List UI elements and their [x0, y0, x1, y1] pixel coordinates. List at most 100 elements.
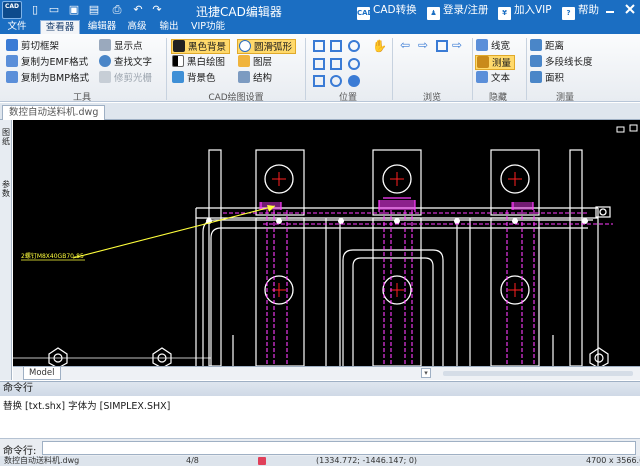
bolt-circles	[264, 164, 607, 305]
leader-text: 2螺钉M8X40GB70-85	[21, 252, 84, 260]
new-file-icon[interactable]: ▯	[28, 3, 42, 17]
group-label-hide: 隐藏	[488, 93, 507, 103]
bg-color-icon	[172, 71, 184, 83]
zoom-window-icon[interactable]	[313, 40, 325, 52]
vip-button[interactable]: ¥ 加入VIP	[498, 2, 552, 20]
trim-raster-button: 修剪光栅	[99, 71, 152, 86]
side-tab-drawings[interactable]: 图纸	[1, 128, 11, 146]
status-drawing-size: 4700 x 3566.6	[586, 456, 640, 465]
group-label-cad-settings: CAD绘图设置	[208, 93, 264, 103]
command-panel-header: 命令行	[0, 381, 640, 396]
ribbon-separator	[472, 38, 473, 100]
orbit-icon[interactable]	[330, 75, 342, 87]
rotate-icon[interactable]	[313, 75, 325, 87]
help-button[interactable]: ? 帮助	[562, 2, 599, 20]
tab-advanced[interactable]: 高级	[122, 20, 152, 34]
trim-raster-icon	[99, 71, 111, 83]
layers-button[interactable]: 图层	[238, 55, 272, 70]
arrow-left-icon[interactable]: ⇦	[400, 39, 412, 51]
copy-bmp-icon	[6, 71, 18, 83]
command-input[interactable]	[42, 441, 636, 455]
command-input-row: 命令行:	[0, 438, 640, 457]
status-snap-icon[interactable]	[258, 457, 266, 465]
zoom-out-icon[interactable]	[348, 58, 360, 70]
side-tab-parameters[interactable]: 参数	[1, 180, 11, 198]
zoom-extents-icon[interactable]	[330, 40, 342, 52]
cad-convert-label: CAD转换	[373, 4, 417, 16]
pan-hand-icon[interactable]: ✋	[372, 39, 387, 53]
clip-frame-label: 剪切框架	[21, 41, 60, 52]
print-icon[interactable]: ⎙	[110, 3, 124, 17]
status-coordinates: (1334.772; -1446.147; 0)	[316, 456, 418, 465]
tab-viewer[interactable]: 查看器	[40, 20, 80, 34]
layers-label: 图层	[253, 57, 273, 68]
bg-color-label: 背景色	[187, 73, 216, 84]
smooth-arc-button[interactable]: 圆滑弧形	[237, 39, 297, 54]
points-icon	[99, 39, 111, 51]
help-label: 帮助	[578, 4, 599, 16]
copy-bmp-label: 复制为BMP格式	[21, 73, 89, 84]
undo-icon[interactable]: ↶	[131, 3, 145, 17]
structure-button[interactable]: 结构	[238, 71, 272, 86]
page-icon[interactable]	[436, 40, 448, 52]
polyline-length-button[interactable]: 多段线长度	[530, 55, 593, 70]
find-text-button[interactable]: 查找文字	[99, 55, 152, 70]
scroll-down-icon[interactable]: ▾	[421, 368, 431, 378]
bw-drawing-button[interactable]: 黑白绘图	[172, 55, 225, 70]
zoom-previous-icon[interactable]	[313, 58, 325, 70]
login-button[interactable]: ♟ 登录/注册	[427, 2, 489, 20]
clip-frame-button[interactable]: 剪切框架	[6, 39, 59, 54]
ruler-icon	[477, 56, 489, 68]
tab-vip[interactable]: VIP功能	[188, 20, 228, 34]
line-width-icon	[476, 39, 488, 51]
ribbon-separator	[526, 38, 527, 100]
status-page: 4/8	[186, 456, 199, 465]
tab-output[interactable]: 输出	[154, 20, 184, 34]
zoom-in-icon[interactable]	[348, 40, 360, 52]
black-background-button[interactable]: 黑色背景	[171, 39, 231, 54]
cad-convert-button[interactable]: CADCAD转换	[357, 2, 417, 20]
save-as-icon[interactable]: ▤	[87, 3, 101, 17]
document-tab[interactable]: 数控自动送料机.dwg	[2, 105, 106, 120]
copy-emf-icon	[6, 55, 18, 67]
cad-drawing: 2螺钉M8X40GB70-85	[13, 124, 638, 366]
next-page-icon[interactable]: ⇨	[452, 39, 464, 51]
ribbon-separator	[305, 38, 306, 100]
left-side-panel: 图纸 参数	[0, 120, 12, 380]
open-folder-icon[interactable]: ▭	[47, 3, 61, 17]
line-width-button[interactable]: 线宽	[476, 39, 510, 54]
minimize-icon[interactable]	[604, 3, 616, 15]
app-title: 迅捷CAD编辑器	[196, 5, 282, 19]
copy-emf-label: 复制为EMF格式	[21, 57, 89, 68]
status-bar: 数控自动送料机.dwg 4/8 (1334.772; -1446.147; 0)…	[0, 456, 640, 466]
background-color-button[interactable]: 背景色	[172, 71, 216, 86]
model-tab[interactable]: Model	[23, 367, 61, 380]
copy-emf-button[interactable]: 复制为EMF格式	[6, 55, 88, 70]
view-3d-icon[interactable]	[348, 75, 360, 87]
copy-bmp-button[interactable]: 复制为BMP格式	[6, 71, 89, 86]
tab-file[interactable]: 文件	[2, 20, 32, 34]
measure-toggle-button[interactable]: 测量	[475, 55, 516, 70]
tab-editor[interactable]: 编辑器	[84, 20, 120, 34]
distance-button[interactable]: 距离	[530, 39, 564, 54]
show-points-label: 显示点	[114, 41, 143, 52]
polyline-icon	[530, 55, 542, 67]
zoom-fit-icon[interactable]	[330, 58, 342, 70]
hole-dots	[206, 218, 588, 224]
command-output-line: 替换 [txt.shx] 字体为 [SIMPLEX.SHX]	[3, 401, 171, 412]
login-label: 登录/注册	[443, 4, 489, 16]
arrow-right-icon[interactable]: ⇨	[418, 39, 430, 51]
help-icon: ?	[562, 7, 575, 20]
viewport-maximize-icon	[629, 124, 638, 132]
save-icon[interactable]: ▣	[67, 3, 81, 17]
redo-icon[interactable]: ↷	[150, 3, 164, 17]
machine-frame	[195, 149, 611, 366]
text-toggle-button[interactable]: 文本	[476, 71, 510, 86]
title-bar: CAD ▯ ▭ ▣ ▤ ⎙ ↶ ↷ 迅捷CAD编辑器 CADCAD转换 ♟ 登录/…	[0, 0, 640, 20]
area-button[interactable]: 面积	[530, 71, 564, 86]
drawing-canvas[interactable]: 2螺钉M8X40GB70-85	[13, 120, 640, 366]
horizontal-scrollbar[interactable]	[443, 371, 633, 376]
close-icon[interactable]	[624, 3, 636, 15]
layout-tab-bar: Model ▾	[13, 366, 640, 380]
show-points-button[interactable]: 显示点	[99, 39, 143, 54]
